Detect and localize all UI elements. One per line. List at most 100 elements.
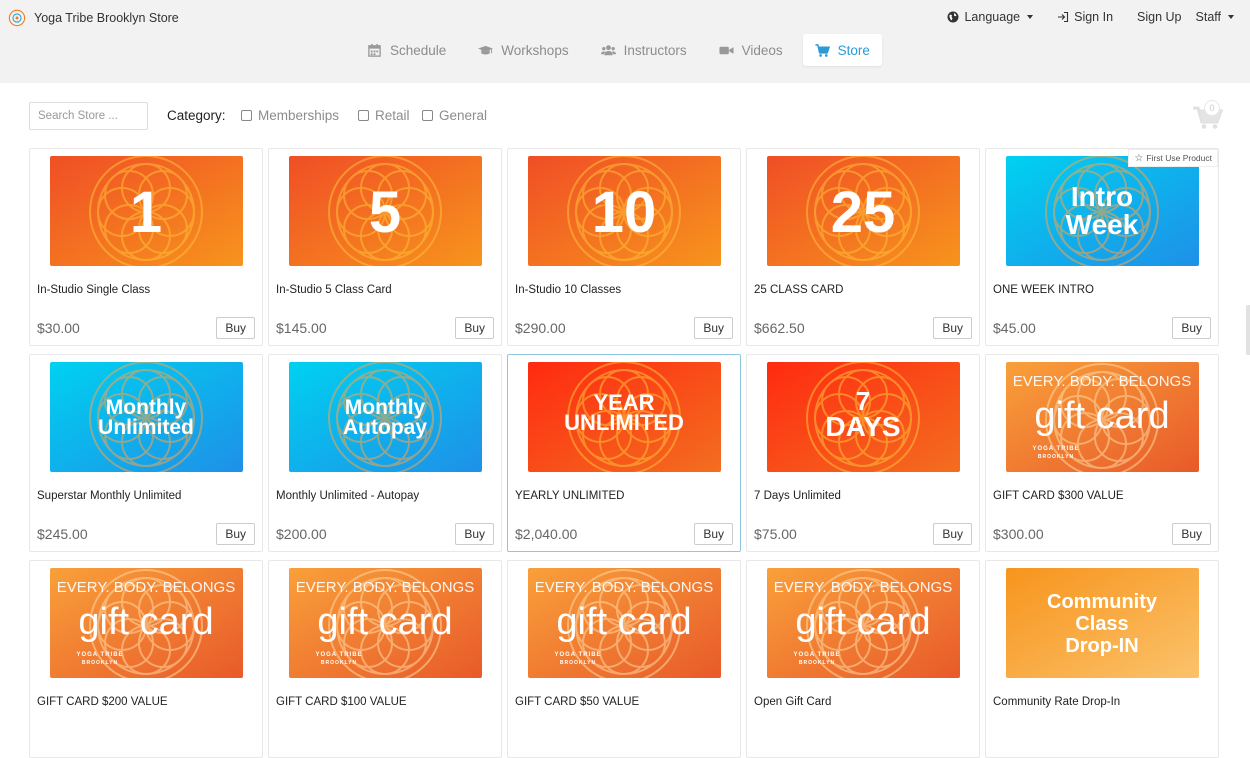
product-name[interactable]: GIFT CARD $300 VALUE: [993, 490, 1124, 502]
product-name[interactable]: ONE WEEK INTRO: [993, 284, 1094, 296]
product-card[interactable]: 10 In-Studio 10 Classes $290.00 Buy: [507, 148, 741, 346]
product-art-text: UNLIMITED: [564, 410, 684, 435]
nav-label: Videos: [741, 42, 783, 58]
product-name[interactable]: Monthly Unlimited - Autopay: [276, 490, 419, 502]
nav-videos[interactable]: Videos: [707, 34, 795, 66]
product-image[interactable]: Monthly Autopay: [289, 362, 482, 472]
product-art-text: EVERY. BODY. BELONGS: [57, 579, 235, 596]
product-card[interactable]: EVERY. BODY. BELONGS gift card YOGA TRIBE B…: [29, 560, 263, 758]
product-image[interactable]: EVERY. BODY. BELONGS gift card YOGA TRIBE B…: [50, 568, 243, 678]
product-name[interactable]: In-Studio 5 Class Card: [276, 284, 392, 296]
buy-button[interactable]: Buy: [933, 317, 972, 339]
product-name[interactable]: Community Rate Drop-In: [993, 696, 1120, 708]
sign-in-icon: [1058, 11, 1069, 23]
badge-label: First Use Product: [1146, 153, 1212, 163]
product-name[interactable]: GIFT CARD $50 VALUE: [515, 696, 639, 708]
product-card[interactable]: Monthly Unlimited Superstar Monthly Unlimi…: [29, 354, 263, 552]
buy-button[interactable]: Buy: [216, 317, 255, 339]
product-price: $290.00: [515, 320, 566, 336]
product-name[interactable]: Open Gift Card: [754, 696, 831, 708]
buy-button[interactable]: Buy: [694, 317, 733, 339]
product-image[interactable]: 10: [528, 156, 721, 266]
product-art-text: Intro: [1071, 181, 1133, 212]
product-art-text: 10: [592, 180, 657, 245]
product-art-text: BROOKLYN: [321, 660, 357, 666]
product-art-text: BROOKLYN: [1038, 454, 1074, 460]
nav-label: Store: [837, 42, 870, 58]
checkbox-box[interactable]: [241, 110, 252, 121]
product-card[interactable]: EVERY. BODY. BELONGS gift card YOGA TRIBE B…: [507, 560, 741, 758]
nav-instructors[interactable]: Instructors: [589, 34, 699, 66]
product-image[interactable]: EVERY. BODY. BELONGS gift card YOGA TRIBE B…: [528, 568, 721, 678]
product-art-text: YOGA TRIBE: [76, 652, 123, 658]
product-image[interactable]: Community Class Drop-IN: [1006, 568, 1199, 678]
category-option-label: Memberships: [258, 108, 340, 123]
buy-button[interactable]: Buy: [1172, 317, 1211, 339]
product-card[interactable]: EVERY. BODY. BELONGS gift card YOGA TRIBE B…: [985, 354, 1219, 552]
product-name[interactable]: In-Studio 10 Classes: [515, 284, 621, 296]
buy-button[interactable]: Buy: [1172, 523, 1211, 545]
product-name[interactable]: YEARLY UNLIMITED: [515, 490, 625, 502]
buy-button[interactable]: Buy: [933, 523, 972, 545]
site-header: Yoga Tribe Brooklyn Store Language Sign …: [0, 0, 1250, 83]
buy-button[interactable]: Buy: [455, 317, 494, 339]
product-card[interactable]: Intro Week ☆ First Use Product ONE WEEK INTR…: [985, 148, 1219, 346]
product-name[interactable]: In-Studio Single Class: [37, 284, 150, 296]
product-name[interactable]: 25 CLASS CARD: [754, 284, 843, 296]
nav-label: Schedule: [390, 42, 447, 58]
product-card[interactable]: 25 25 CLASS CARD $662.50 Buy: [746, 148, 980, 346]
product-card[interactable]: 1 In-Studio Single Class $30.00 Buy: [29, 148, 263, 346]
nav-workshops[interactable]: Workshops: [466, 34, 580, 66]
product-name[interactable]: 7 Days Unlimited: [754, 490, 841, 502]
product-price: $2,040.00: [515, 526, 578, 542]
product-image[interactable]: EVERY. BODY. BELONGS gift card YOGA TRIBE B…: [289, 568, 482, 678]
product-image[interactable]: Intro Week: [1006, 156, 1199, 266]
category-memberships-checkbox[interactable]: Memberships: [241, 108, 339, 123]
checkbox-box[interactable]: [422, 110, 433, 121]
product-art-text: BROOKLYN: [560, 660, 596, 666]
product-art-text: Drop-IN: [1065, 635, 1138, 657]
language-label: Language: [964, 10, 1021, 24]
sign-up-link[interactable]: Sign Up: [1137, 10, 1181, 24]
language-dropdown[interactable]: Language: [947, 10, 1034, 24]
product-card[interactable]: Monthly Autopay Monthly Unlimited - Autopa…: [268, 354, 502, 552]
product-name[interactable]: GIFT CARD $100 VALUE: [276, 696, 407, 708]
product-art-text: EVERY. BODY. BELONGS: [774, 579, 952, 596]
product-card[interactable]: EVERY. BODY. BELONGS gift card YOGA TRIBE B…: [746, 560, 980, 758]
product-art-text: EVERY. BODY. BELONGS: [535, 579, 713, 596]
product-card[interactable]: 7 DAYS 7 Days Unlimited $75.00 Buy: [746, 354, 980, 552]
category-general-checkbox[interactable]: General: [422, 108, 487, 123]
checkbox-box[interactable]: [358, 110, 369, 121]
brand[interactable]: Yoga Tribe Brooklyn Store: [8, 8, 179, 28]
sign-in-link[interactable]: Sign In: [1057, 10, 1113, 24]
staff-dropdown[interactable]: Staff: [1196, 10, 1234, 24]
nav-store[interactable]: Store: [802, 34, 882, 66]
product-art-text: gift card: [795, 601, 930, 643]
product-image[interactable]: Monthly Unlimited: [50, 362, 243, 472]
product-card[interactable]: 5 In-Studio 5 Class Card $145.00 Buy: [268, 148, 502, 346]
product-image[interactable]: 25: [767, 156, 960, 266]
product-image[interactable]: EVERY. BODY. BELONGS gift card YOGA TRIBE B…: [1006, 362, 1199, 472]
buy-button[interactable]: Buy: [455, 523, 494, 545]
buy-button[interactable]: Buy: [694, 523, 733, 545]
product-card[interactable]: Community Class Drop-IN Community Rate Drop…: [985, 560, 1219, 758]
search-store-input[interactable]: [29, 102, 148, 130]
category-retail-checkbox[interactable]: Retail: [358, 108, 410, 123]
product-price: $75.00: [754, 526, 797, 542]
category-label: Category:: [167, 108, 226, 123]
product-name[interactable]: GIFT CARD $200 VALUE: [37, 696, 168, 708]
buy-button[interactable]: Buy: [216, 523, 255, 545]
product-image[interactable]: YEAR UNLIMITED: [528, 362, 721, 472]
product-image[interactable]: EVERY. BODY. BELONGS gift card YOGA TRIBE B…: [767, 568, 960, 678]
product-card[interactable]: YEAR UNLIMITED YEARLY UNLIMITED $2,040.00 Bu…: [507, 354, 741, 552]
product-name[interactable]: Superstar Monthly Unlimited: [37, 490, 181, 502]
product-image[interactable]: 5: [289, 156, 482, 266]
product-image[interactable]: 1: [50, 156, 243, 266]
side-scroll-tab[interactable]: [1246, 305, 1250, 355]
nav-schedule[interactable]: Schedule: [355, 34, 458, 66]
product-art-text: BROOKLYN: [82, 660, 118, 666]
cart-count-badge: 0: [1204, 100, 1220, 116]
product-image[interactable]: 7 DAYS: [767, 362, 960, 472]
product-art-text: BROOKLYN: [799, 660, 835, 666]
product-card[interactable]: EVERY. BODY. BELONGS gift card YOGA TRIBE B…: [268, 560, 502, 758]
